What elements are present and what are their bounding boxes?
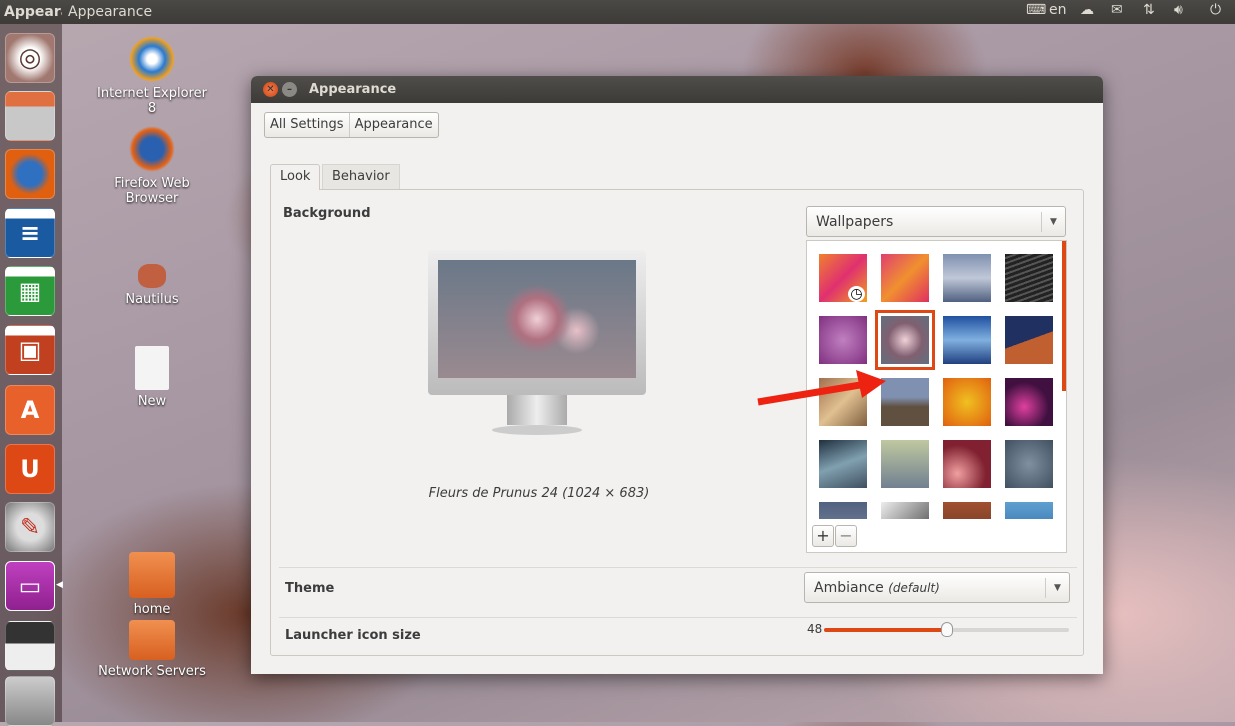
- icon-size-value: 48: [807, 622, 823, 636]
- volume-icon[interactable]: 🔊︎: [1174, 2, 1183, 18]
- chevron-down-icon: ▼: [1041, 212, 1065, 232]
- wallpaper-thumbnail[interactable]: [881, 502, 929, 519]
- theme-label: Theme: [285, 581, 335, 596]
- floppy-icon[interactable]: [5, 621, 55, 671]
- appearance-window: ✕ – Appearance All Settings Appearance L…: [251, 76, 1103, 674]
- slider-handle[interactable]: [940, 622, 953, 637]
- wallpaper-thumbnail[interactable]: [1005, 254, 1053, 302]
- scrollbar[interactable]: [1062, 241, 1066, 391]
- breadcrumb-all-settings[interactable]: All Settings: [265, 113, 350, 137]
- add-wallpaper-button[interactable]: +: [812, 525, 834, 547]
- wallpaper-thumbnail[interactable]: [1005, 316, 1053, 364]
- calc-icon[interactable]: ▦: [5, 266, 55, 316]
- chevron-down-icon: ▼: [1045, 578, 1069, 598]
- wallpaper-thumbnail[interactable]: [1005, 440, 1053, 488]
- desktop-icon-firefox[interactable]: Firefox Web Browser: [92, 126, 212, 206]
- wallpaper-thumbnail[interactable]: [1005, 378, 1053, 426]
- top-panel: Appearance Appearance ⌨ en ☁ ✉ ⇅ 🔊︎ ⏻: [0, 0, 1235, 24]
- wallpaper-caption: Fleurs de Prunus 24 (1024 × 683): [428, 486, 650, 501]
- wallpaper-thumbnail[interactable]: [943, 316, 991, 364]
- files-icon[interactable]: [5, 91, 55, 141]
- panel-app-name: Appearance: [4, 4, 62, 20]
- wallpaper-thumbnail[interactable]: [819, 440, 867, 488]
- appearance-icon[interactable]: ▭: [5, 561, 55, 611]
- wallpaper-thumbnail[interactable]: [943, 502, 991, 519]
- breadcrumb-appearance[interactable]: Appearance: [350, 113, 438, 137]
- title-bar: ✕ – Appearance: [251, 76, 1103, 103]
- impress-icon[interactable]: ▣: [5, 325, 55, 375]
- ubuntu-dash-icon[interactable]: ◎: [5, 33, 55, 83]
- background-source-dropdown[interactable]: Wallpapers ▼: [806, 206, 1066, 237]
- language-indicator[interactable]: en: [1049, 2, 1067, 18]
- close-button[interactable]: ✕: [263, 82, 278, 97]
- desktop-icon-new[interactable]: New: [92, 346, 212, 409]
- tab-look[interactable]: Look: [270, 164, 321, 190]
- wallpaper-thumbnail[interactable]: ◷: [819, 254, 867, 302]
- wallpaper-thumbnail[interactable]: [881, 440, 929, 488]
- keyboard-icon[interactable]: ⌨: [1026, 2, 1046, 18]
- desktop-icon-ie[interactable]: Internet Explorer 8: [92, 36, 212, 116]
- wallpaper-thumbnail[interactable]: [819, 316, 867, 364]
- ubuntu-one-icon[interactable]: U: [5, 444, 55, 494]
- wallpaper-thumbnail[interactable]: [943, 254, 991, 302]
- trash-icon[interactable]: [5, 676, 55, 726]
- wallpaper-thumbnail[interactable]: [943, 378, 991, 426]
- breadcrumb: All Settings Appearance: [264, 112, 439, 138]
- wallpaper-thumbnail[interactable]: [943, 440, 991, 488]
- software-center-icon[interactable]: A: [5, 385, 55, 435]
- background-label: Background: [283, 206, 371, 221]
- network-icon[interactable]: ⇅: [1143, 2, 1155, 18]
- launcher-icon-size-label: Launcher icon size: [285, 628, 421, 643]
- mail-icon[interactable]: ✉: [1111, 2, 1123, 18]
- system-settings-icon[interactable]: ✎: [5, 502, 55, 552]
- desktop-icon-nautilus[interactable]: Nautilus: [92, 264, 212, 307]
- active-indicator-icon: ◀: [56, 580, 63, 590]
- remove-wallpaper-button[interactable]: −: [835, 525, 857, 547]
- red-arrow-annotation: [757, 370, 886, 406]
- minimize-button[interactable]: –: [282, 82, 297, 97]
- desktop-icon-network-servers[interactable]: Network Servers: [92, 620, 212, 679]
- power-icon[interactable]: ⏻: [1210, 2, 1221, 18]
- writer-icon[interactable]: ≡: [5, 208, 55, 258]
- launcher: ◎ ≡ ▦ ▣ A U ✎ ▭ ◀: [0, 24, 63, 726]
- wallpaper-thumbnail[interactable]: [1005, 502, 1053, 519]
- cloud-icon[interactable]: ☁: [1080, 2, 1094, 18]
- wallpaper-thumbnail[interactable]: [819, 502, 867, 519]
- clock-icon: ◷: [848, 286, 865, 302]
- icon-size-slider[interactable]: [824, 622, 1069, 637]
- monitor-preview: [428, 250, 646, 445]
- desktop-icon-home[interactable]: home: [92, 552, 212, 617]
- wallpaper-thumbnail[interactable]: [875, 310, 935, 370]
- theme-dropdown[interactable]: Ambiance (default) ▼: [804, 572, 1070, 603]
- wallpaper-thumbnail[interactable]: [881, 254, 929, 302]
- panel-menu-title[interactable]: Appearance: [62, 4, 152, 20]
- look-panel: Background Fleurs de Prunus 24 (1024 × 6…: [270, 189, 1084, 656]
- firefox-icon[interactable]: [5, 149, 55, 199]
- window-title: Appearance: [309, 82, 397, 97]
- wallpaper-preview: [438, 260, 636, 378]
- tab-behavior[interactable]: Behavior: [322, 164, 400, 190]
